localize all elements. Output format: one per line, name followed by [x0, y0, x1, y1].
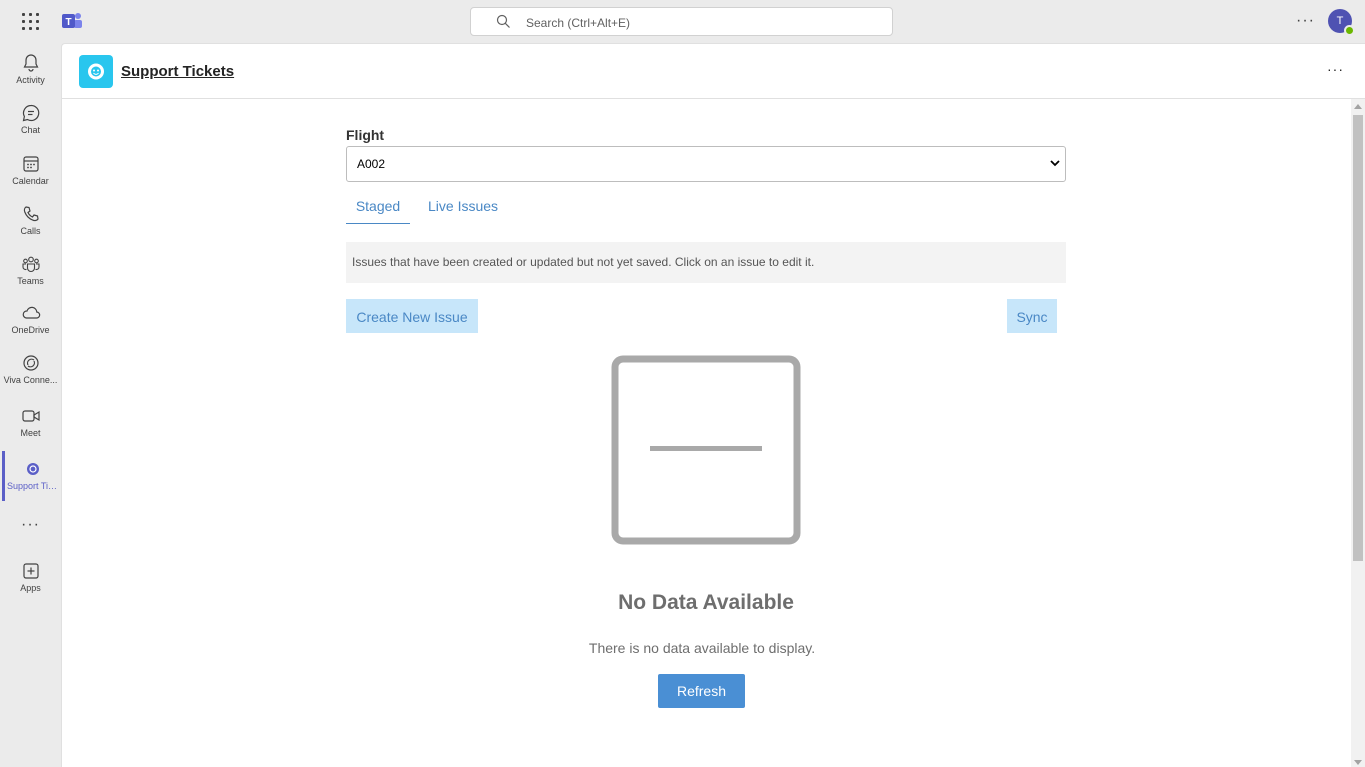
calendar-icon — [22, 156, 39, 172]
rail-item-teams[interactable]: Teams — [0, 246, 61, 296]
scrollbar-thumb[interactable] — [1353, 115, 1363, 561]
create-new-issue-button[interactable]: Create New Issue — [346, 299, 478, 333]
empty-state-title: No Data Available — [618, 591, 794, 614]
bell-icon — [23, 54, 38, 72]
rail-label: Teams — [17, 276, 44, 286]
app-title[interactable]: Support Tickets — [121, 63, 234, 80]
rail-item-meet[interactable]: Meet — [0, 398, 61, 448]
teams-logo-icon: T — [62, 13, 82, 28]
flight-label: Flight — [346, 127, 385, 143]
empty-state-subtitle: There is no data available to display. — [588, 640, 816, 656]
rail-item-apps[interactable]: Apps — [0, 553, 61, 603]
main-panel: Support Tickets ··· Flight A002 Staged L… — [61, 43, 1365, 767]
scrollbar[interactable] — [1351, 99, 1365, 767]
rail-label: Activity — [16, 75, 45, 85]
app-rail: Activity Chat Calendar Calls Teams OneDr… — [0, 43, 61, 767]
add-app-icon — [22, 563, 39, 579]
rail-item-onedrive[interactable]: OneDrive — [0, 295, 61, 345]
avatar-initial: T — [1336, 15, 1344, 27]
app-launcher-icon[interactable] — [22, 13, 40, 31]
info-banner: Issues that have been created or updated… — [346, 242, 1066, 283]
teams-icon — [21, 256, 40, 273]
rail-label: Apps — [20, 583, 41, 593]
flight-select[interactable]: A002 — [346, 146, 1066, 182]
chevron-down-icon — [1050, 160, 1060, 167]
support-app-icon — [27, 463, 39, 475]
chat-icon — [22, 104, 39, 122]
viva-icon — [22, 355, 39, 371]
empty-state-icon — [611, 355, 801, 545]
rail-label: Calendar — [12, 176, 49, 186]
flight-selected-value: A002 — [357, 157, 386, 171]
phone-icon — [23, 206, 39, 222]
app-header: Support Tickets ··· — [62, 44, 1365, 99]
avatar[interactable]: T — [1328, 9, 1355, 36]
rail-item-support-tickets[interactable]: Support Tic... — [2, 451, 61, 501]
rail-label: Chat — [20, 125, 40, 135]
scroll-up-icon[interactable] — [1354, 104, 1362, 109]
top-bar: T Search (Ctrl+Alt+E) ··· T — [0, 0, 1365, 43]
content-area: Flight A002 Staged Live Issues Issues th… — [62, 99, 1352, 767]
rail-item-calendar[interactable]: Calendar — [0, 146, 61, 196]
cloud-icon — [22, 306, 40, 319]
rail-label: Calls — [20, 226, 41, 236]
rail-more-icon[interactable]: ··· — [0, 516, 61, 534]
scroll-down-icon[interactable] — [1354, 760, 1362, 765]
tab-live-issues[interactable]: Live Issues — [428, 198, 498, 224]
support-tickets-logo-icon — [79, 55, 113, 88]
more-options-icon[interactable]: ··· — [1296, 12, 1315, 30]
sync-button[interactable]: Sync — [1007, 299, 1057, 333]
presence-available-icon — [1344, 25, 1355, 36]
search-box[interactable]: Search (Ctrl+Alt+E) — [470, 7, 893, 36]
rail-label: Meet — [20, 428, 41, 438]
svg-text:T: T — [65, 17, 71, 28]
rail-item-activity[interactable]: Activity — [0, 45, 61, 95]
rail-item-calls[interactable]: Calls — [0, 196, 61, 246]
rail-label: OneDrive — [11, 325, 50, 335]
rail-item-chat[interactable]: Chat — [0, 95, 61, 145]
search-placeholder: Search (Ctrl+Alt+E) — [526, 16, 631, 30]
app-more-options-icon[interactable]: ··· — [1327, 61, 1344, 77]
refresh-button[interactable]: Refresh — [658, 674, 745, 708]
video-icon — [21, 410, 40, 422]
rail-item-viva-connections[interactable]: Viva Conne... — [0, 345, 61, 395]
search-icon — [496, 14, 510, 28]
tab-staged[interactable]: Staged — [346, 198, 410, 224]
rail-label: Support Tic... — [7, 481, 61, 491]
rail-label: Viva Conne... — [3, 375, 58, 385]
